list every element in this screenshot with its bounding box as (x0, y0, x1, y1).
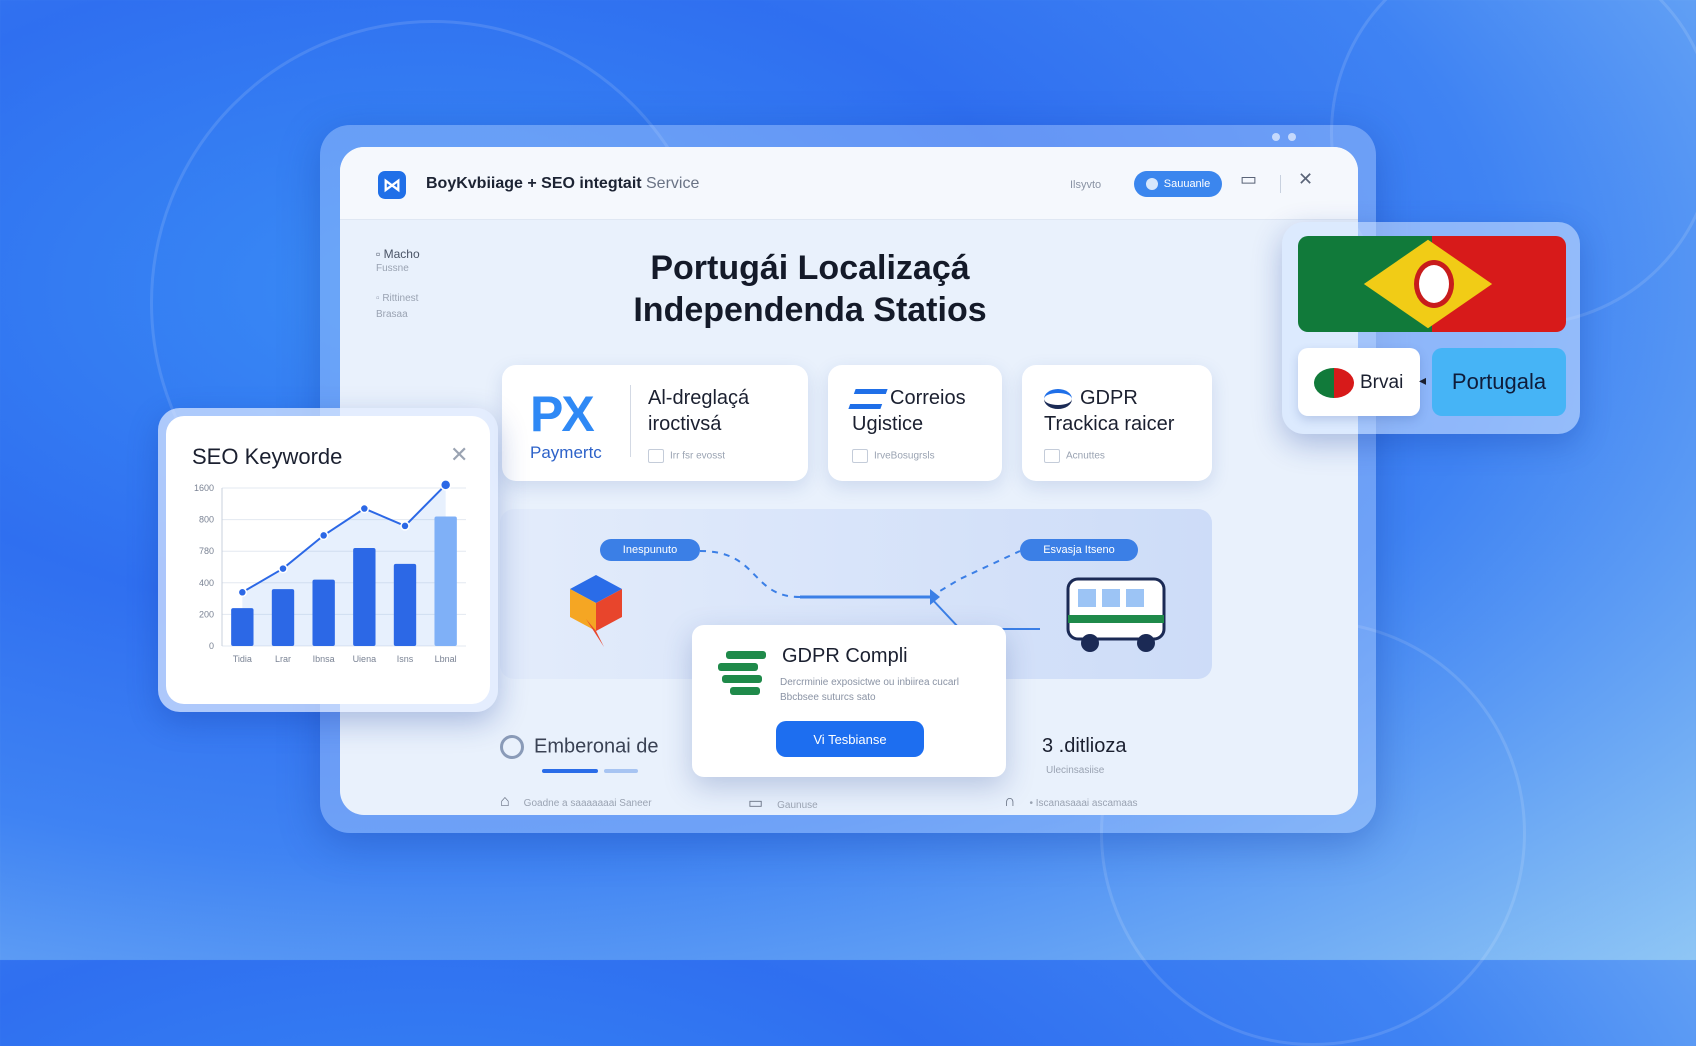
y-tick-label: 0 (209, 641, 214, 651)
bottom-row-mid: ▭ Gaunuse (748, 795, 818, 812)
language-left-label: Brvai (1360, 372, 1404, 393)
seo-popup-title: SEO Keyworde (192, 444, 343, 469)
bar (312, 579, 335, 646)
gdpr-popup-desc: Dercrminie exposictwe ou inbiirea cucarl… (780, 677, 959, 703)
headphones-icon: ∩ (1004, 793, 1016, 810)
trend-point (439, 479, 452, 491)
sidebar-item-1[interactable]: ▫ Macho (376, 247, 420, 263)
trend-point (318, 530, 329, 541)
app-logo-icon: ⋈ (378, 171, 406, 199)
seo-bar-chart: 0 200 400 780 800 1600 Tidia Lrar Ibnsa Uiena Isns… (194, 479, 466, 664)
sidebar-item-1-sub: Fussne (376, 263, 409, 274)
app-title: BoyKvbiiage + SEO integtait (426, 175, 642, 192)
x-tick-label: Isns (397, 654, 414, 664)
bar (231, 608, 254, 646)
trend-point (237, 587, 248, 598)
correios-card-title: Correios Ugistice (852, 387, 966, 435)
bar (393, 563, 417, 646)
x-tick-label: Lbnal (435, 654, 457, 664)
bottom-row-left: ⌂ Goadne a saaaaaaai Saneer (500, 793, 652, 810)
payment-card-meta: Irr fsr evosst (648, 449, 725, 463)
mini-flag-icon (1314, 368, 1354, 398)
spinner-icon (500, 735, 524, 759)
gdpr-card-title: GDPR Trackica raicer (1044, 387, 1175, 435)
bottom-progress (542, 769, 598, 773)
y-tick-label: 200 (199, 609, 214, 619)
close-icon[interactable]: ✕ (450, 442, 468, 468)
language-panel: Brvai ◂ Portugala (1282, 222, 1580, 434)
titlebar-label: Ilsyvto (1070, 179, 1102, 191)
y-tick-label: 800 (199, 515, 214, 525)
correios-card-meta: IrveBosugrsls (852, 449, 935, 463)
page-title-line-1: Portugái Localizaçá (650, 249, 970, 287)
close-icon[interactable]: ✕ (1298, 169, 1313, 190)
language-option-left[interactable]: Brvai (1298, 348, 1420, 416)
square-icon[interactable]: ▭ (1240, 169, 1257, 190)
bar (434, 516, 457, 646)
x-tick-label: Uiena (353, 654, 377, 664)
app-subtitle: Service (646, 175, 700, 192)
truck-icon (1066, 577, 1166, 652)
monitor-icon: ▭ (748, 795, 764, 812)
x-tick-label: Lrar (275, 654, 291, 664)
payment-card-title: Al-dreglaçá iroctivsá (648, 387, 750, 435)
bottom-row-right: ∩ • Iscanasaaai ascamaas (1004, 793, 1138, 810)
page-title: Portugái Localizaçá Independenda Statios (590, 247, 1030, 331)
seo-popup-body: SEO Keyworde ✕ 0 200 400 780 800 1600 Tidia Lra… (166, 416, 490, 704)
arrow-icon: ◂ (1419, 372, 1427, 388)
correios-card[interactable]: Correios Ugistice IrveBosugrsls (828, 365, 1002, 481)
bottom-left-section: Emberonai de (500, 735, 659, 759)
bar (271, 589, 295, 646)
titlebar-action-button[interactable]: Sauuanle (1134, 171, 1222, 197)
page-title-line-2: Independenda Statios (633, 291, 987, 329)
titlebar-action-label: Sauuanle (1163, 178, 1211, 190)
trend-point (278, 563, 288, 574)
gdpr-card-meta: Acnuttes (1044, 449, 1105, 463)
trend-point (359, 503, 370, 514)
bar (353, 548, 376, 646)
gdpr-compliance-popup: GDPR Compli Dercrminie exposictwe ou inb… (692, 625, 1006, 777)
cube-logo-icon (570, 575, 622, 647)
coat-of-arms-icon (1414, 260, 1454, 308)
x-tick-label: Ibnsa (313, 654, 335, 664)
y-tick-label: 780 (199, 546, 214, 556)
px-logo-sub: Paymertc (530, 443, 602, 462)
gdpr-card[interactable]: GDPR Trackica raicer Acnuttes (1022, 365, 1212, 481)
titlebar-divider (1280, 175, 1281, 193)
language-option-right[interactable]: Portugala (1432, 348, 1566, 416)
titlebar: ⋈ BoyKvbiiage + SEO integtait Service Il… (340, 147, 1358, 220)
portugal-flag (1298, 236, 1566, 332)
x-tick-label: Tidia (233, 654, 252, 664)
px-logo: PX (530, 386, 595, 442)
gdpr-stripes-icon (718, 651, 766, 695)
card-divider (630, 385, 631, 457)
bottom-progress-rest (604, 769, 638, 773)
sidebar: ▫ Macho Fussne ▫ Rittinest Brasaa (376, 247, 420, 325)
gdpr-popup-title: GDPR Compli (782, 645, 908, 667)
y-tick-label: 400 (199, 578, 214, 588)
seo-keywords-popup: SEO Keyworde ✕ 0 200 400 780 800 1600 Tidia Lra… (158, 408, 498, 712)
sidebar-item-2-sub: Brasaa (376, 309, 408, 320)
home-icon: ⌂ (500, 793, 510, 810)
payment-card[interactable]: PX Paymertc Al-dreglaçá iroctivsá Irr fsr… (502, 365, 808, 481)
y-tick-label: 1600 (194, 483, 214, 493)
gdpr-popup-button[interactable]: Vi Tesbianse (776, 721, 924, 757)
bottom-right-sub: Ulecinsasiise (1046, 765, 1105, 776)
toggle-icon (1145, 178, 1158, 190)
sidebar-item-2[interactable]: ▫ Rittinest (376, 293, 420, 309)
bottom-right-title: 3 .ditlioza (1042, 735, 1127, 757)
bottom-left-title: Emberonai de (534, 735, 659, 758)
trend-point (400, 521, 410, 531)
